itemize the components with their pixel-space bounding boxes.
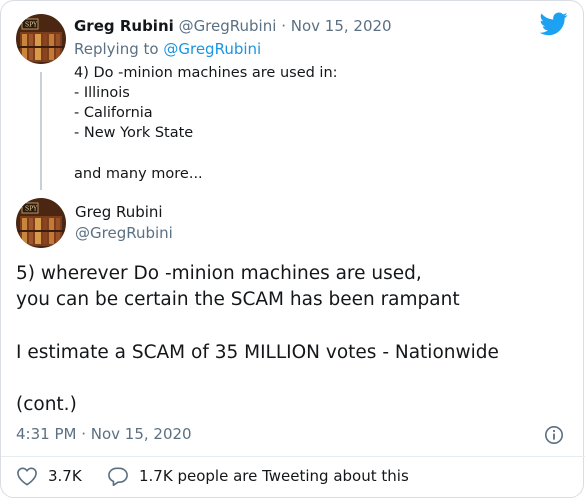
like-button[interactable]: 3.7K bbox=[16, 466, 82, 486]
author-handle[interactable]: @GregRubini bbox=[179, 17, 277, 35]
reply-header: Greg Rubini @GregRubini · Nov 15, 2020 bbox=[74, 17, 392, 35]
dot-separator: · bbox=[281, 17, 286, 35]
tweet-text-line: you can be certain the SCAM has been ram… bbox=[16, 289, 460, 310]
reply-text-line: - California bbox=[74, 105, 153, 121]
author-name[interactable]: Greg Rubini bbox=[74, 17, 174, 35]
conversation-link[interactable]: 1.7K people are Tweeting about this bbox=[107, 466, 409, 486]
heart-icon bbox=[17, 467, 37, 486]
reply-text-line: and many more... bbox=[74, 166, 203, 182]
reply-text-line: - New York State bbox=[74, 125, 194, 141]
twitter-bird-icon[interactable] bbox=[540, 12, 568, 36]
replying-to-handle[interactable]: @GregRubini bbox=[163, 40, 261, 58]
main-author-handle[interactable]: @GregRubini bbox=[75, 224, 173, 242]
thread-connector-line bbox=[40, 72, 42, 190]
svg-text:SPY: SPY bbox=[25, 206, 38, 213]
conversation-label: 1.7K people are Tweeting about this bbox=[139, 467, 409, 485]
reply-text-line: - Illinois bbox=[74, 85, 130, 101]
tweet-timestamp[interactable]: 4:31 PM · Nov 15, 2020 bbox=[16, 425, 192, 443]
speech-bubble-icon bbox=[108, 467, 128, 486]
divider bbox=[1, 456, 585, 457]
like-count: 3.7K bbox=[48, 467, 82, 485]
tweet-text-line: 5) wherever Do -minion machines are used… bbox=[16, 263, 422, 284]
main-author-name[interactable]: Greg Rubini bbox=[75, 203, 163, 221]
avatar[interactable]: SPY bbox=[16, 14, 66, 64]
tweet-text-line: (cont.) bbox=[16, 394, 77, 415]
tweet-text-line: I estimate a SCAM of 35 MILLION votes - … bbox=[16, 342, 499, 363]
tweet-date[interactable]: Nov 15, 2020 bbox=[291, 17, 392, 35]
replying-to: Replying to @GregRubini bbox=[74, 40, 261, 58]
info-icon[interactable] bbox=[544, 425, 564, 445]
replying-to-label: Replying to bbox=[74, 40, 159, 58]
reply-text-line: 4) Do -minion machines are used in: bbox=[74, 65, 338, 81]
avatar[interactable]: SPY bbox=[16, 198, 66, 248]
svg-text:SPY: SPY bbox=[25, 22, 38, 29]
